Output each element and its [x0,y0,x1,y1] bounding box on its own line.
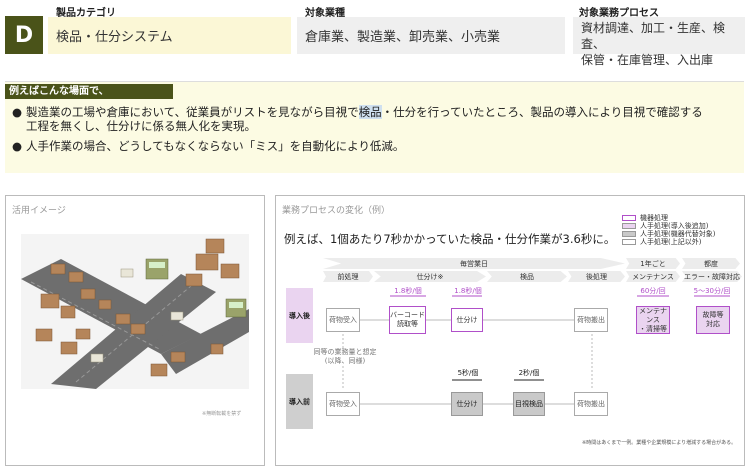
process-footnote: ※時間はあくまで一例。業種や企業規模により増減する場合がある。 [582,440,737,446]
bullet-item: ● 人手作業の場合、どうしてもなくならない「ミス」を自動化により低減。 [12,139,742,153]
process-value-box: 資材調達、加工・生産、検査、 保管・在庫管理、入出庫 [573,17,745,67]
node-visual-inspect: 目視検品 [513,392,545,416]
node-sort-after: 仕分け [451,308,483,332]
bullet1-text-c: 工程を無くし、仕分けに係る無人化を実現。 [26,119,256,133]
time-fault: 5〜30分/回 [693,287,731,295]
bullet2-text: 人手作業の場合、どうしてもなくならない「ミス」を自動化により低減。 [26,139,405,153]
bullet1-highlight: 検品 [358,105,382,119]
category-value-box: 検品・仕分システム [48,17,291,54]
time-barcode: 1.8秒/個 [394,287,422,295]
time-visual: 2秒/個 [518,369,540,377]
example-title: 例えばこんな場面で、 [5,84,173,99]
category-badge: D [5,16,43,54]
bullet-item: ● 製造業の工場や倉庫において、従業員がリストを見ながら目視で検品・仕分を行って… [12,105,742,133]
usage-note: ※無断転載を禁ず [202,411,242,417]
node-receive-before: 荷物受入 [326,392,360,416]
node-sort-before: 仕分け [451,392,483,416]
usage-title: 活用イメージ [12,206,66,216]
process-value-line1: 資材調達、加工・生産、検査、 [581,21,726,51]
process-panel: 業務プロセスの変化（例） 例えば、1個あたり7秒かかっていた検品・仕分作業が3.… [275,195,745,466]
example-bullets: ● 製造業の工場や倉庫において、従業員がリストを見ながら目視で検品・仕分を行って… [12,105,742,153]
time-sort-after: 1.8秒/個 [454,287,482,295]
industry-value: 倉庫業、製造業、卸売業、小売業 [305,30,501,45]
node-fault: 故障等 対応 [696,306,730,334]
bullet-dot-icon: ● [12,139,23,153]
usage-panel: 活用イメージ ※無断転載を禁ず [5,195,265,466]
node-receive-after: 荷物受入 [326,308,360,332]
same-workload-note: 同等の業務量と想定 (以降、同様) [310,348,380,366]
time-maint: 60分/回 [640,287,666,295]
category-value: 検品・仕分システム [56,30,173,45]
bullet1-text-a: 製造業の工場や倉庫において、従業員がリストを見ながら目視で [26,105,359,119]
node-ship-before: 荷物搬出 [574,392,608,416]
process-value-line2: 保管・在庫管理、入出庫 [581,53,714,67]
time-sort-before: 5秒/個 [457,369,479,377]
node-ship-after: 荷物搬出 [574,308,608,332]
node-maint: メンテナンス ・清掃等 [636,306,670,334]
bullet-dot-icon: ● [12,105,23,119]
warehouse-illustration [21,234,249,389]
node-barcode: バーコード 読取等 [389,306,426,334]
bullet1-text-b: ・仕分を行っていたところ、製品の導入により目視で確認する [381,105,703,119]
industry-value-box: 倉庫業、製造業、卸売業、小売業 [297,17,565,54]
